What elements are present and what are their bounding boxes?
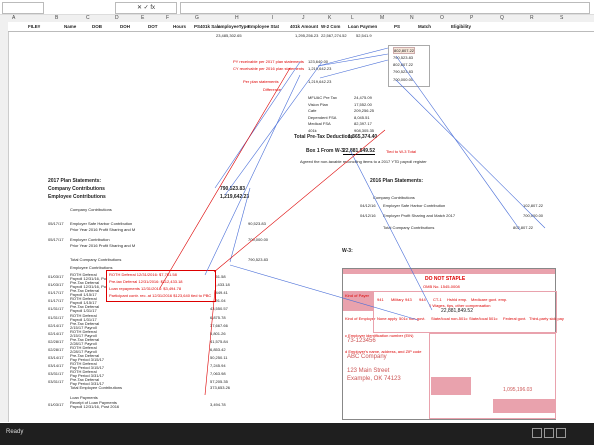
arrow-line [204,74,301,276]
arrow-line [224,61,323,196]
normal-view-icon[interactable] [532,428,542,438]
arrow-line [317,47,389,67]
arrow-line [395,55,521,231]
status-ready: Ready [6,429,24,435]
excel-window: ✕ ✓ fx ABCDEFGHIJKLMNOPQRS FILE# Name DOB D… [0,0,594,445]
arrow-line [229,187,251,263]
arrow-line [229,264,419,321]
arrow-line [204,289,216,396]
arrow-line [349,149,433,311]
arrow-line [214,61,301,189]
page-break-icon[interactable] [556,428,566,438]
status-bar: Ready [0,423,594,445]
arrow-line [159,67,291,289]
page-layout-icon[interactable] [544,428,554,438]
arrow-line [317,53,389,67]
arrow-line [395,79,546,229]
annotation-lines [159,47,546,396]
